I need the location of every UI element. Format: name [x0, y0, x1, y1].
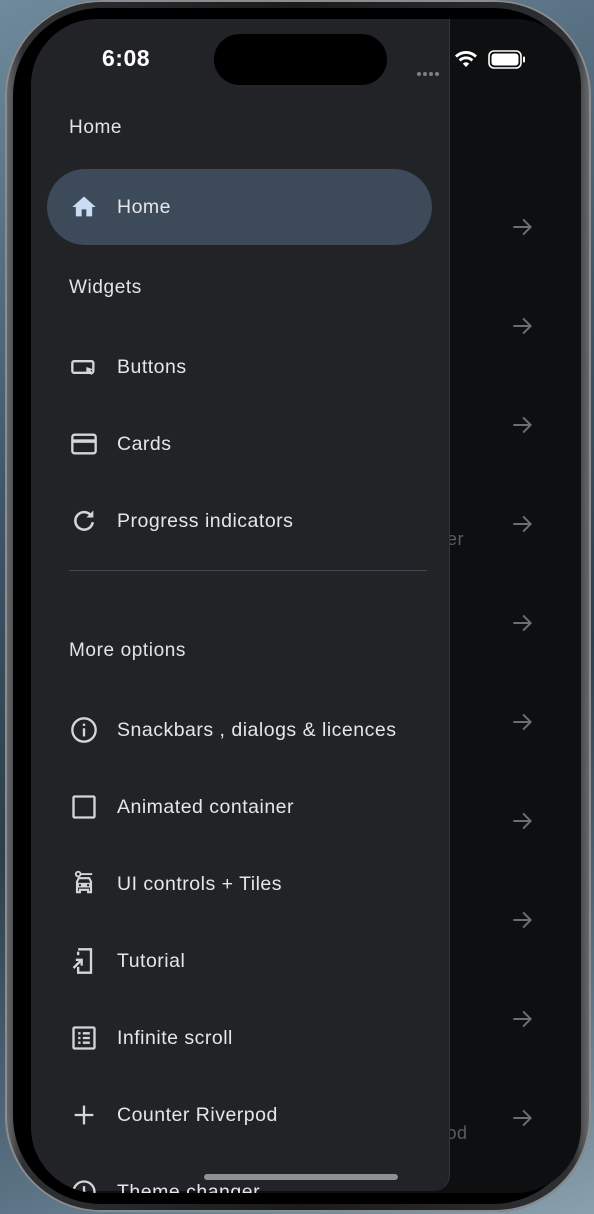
drawer-item-progress-indicators[interactable]: Progress indicators: [47, 483, 432, 559]
square-icon: [69, 792, 99, 822]
drawer-item-animated-container[interactable]: Animated container: [47, 769, 432, 845]
divider: [69, 570, 427, 571]
section-header-more-options: More options: [69, 640, 187, 661]
phone-screen: tter n pod Home Home Widgets Buttons Car…: [31, 19, 581, 1193]
drawer-item-label: Progress indicators: [117, 509, 294, 532]
drawer-item-label: Home: [117, 195, 172, 218]
cellular-signal-icon: [417, 63, 441, 81]
drawer-item-snackbars-dialogs[interactable]: Snackbars , dialogs & licences: [47, 692, 432, 768]
battery-icon: [488, 50, 525, 69]
drawer-item-buttons[interactable]: Buttons: [47, 329, 432, 405]
drawer-item-cards[interactable]: Cards: [47, 406, 432, 482]
arrow-right-icon[interactable]: [509, 1105, 535, 1131]
drawer-item-label: UI controls + Tiles: [117, 872, 283, 895]
drawer-item-ui-controls-tiles[interactable]: UI controls + Tiles: [47, 846, 432, 922]
navigation-drawer: Home Home Widgets Buttons Cards Progress: [31, 19, 450, 1194]
status-bar-time: 6:08: [102, 45, 151, 71]
arrow-right-icon[interactable]: [509, 1006, 535, 1032]
arrow-right-icon[interactable]: [509, 709, 535, 735]
drawer-item-tutorial[interactable]: Tutorial: [47, 923, 432, 999]
drawer-item-label: Animated container: [117, 795, 295, 818]
refresh-icon: [69, 506, 99, 536]
section-header-widgets: Widgets: [69, 277, 142, 298]
arrow-right-icon[interactable]: [509, 610, 535, 636]
theme-icon: [69, 1177, 99, 1193]
arrow-right-icon[interactable]: [509, 412, 535, 438]
drawer-item-label: Tutorial: [117, 949, 186, 972]
drawer-item-label: Snackbars , dialogs & licences: [117, 718, 397, 741]
drawer-item-label: Counter Riverpod: [117, 1103, 278, 1126]
drawer-item-label: Buttons: [117, 355, 187, 378]
drawer-item-label: Theme changer: [117, 1180, 261, 1194]
home-indicator[interactable]: [204, 1174, 398, 1180]
arrow-right-icon[interactable]: [509, 313, 535, 339]
dynamic-island: [214, 34, 387, 85]
drawer-item-counter-riverpod[interactable]: Counter Riverpod: [47, 1077, 432, 1153]
list-icon: [69, 1023, 99, 1053]
section-header-home: Home: [69, 117, 123, 138]
info-icon: [69, 715, 99, 745]
wifi-icon: [455, 50, 477, 67]
arrow-right-icon[interactable]: [509, 511, 535, 537]
home-icon: [69, 192, 99, 222]
plus-icon: [69, 1100, 99, 1130]
drawer-item-label: Cards: [117, 432, 172, 455]
drawer-item-infinite-scroll[interactable]: Infinite scroll: [47, 1000, 432, 1076]
car-icon: [69, 869, 99, 899]
button-icon: [69, 352, 99, 382]
drawer-item-label: Infinite scroll: [117, 1026, 233, 1049]
drawer-item-home[interactable]: Home: [47, 169, 432, 245]
arrow-right-icon[interactable]: [509, 214, 535, 240]
tutorial-icon: [69, 946, 99, 976]
card-icon: [69, 429, 99, 459]
arrow-right-icon[interactable]: [509, 808, 535, 834]
arrow-right-icon[interactable]: [509, 907, 535, 933]
